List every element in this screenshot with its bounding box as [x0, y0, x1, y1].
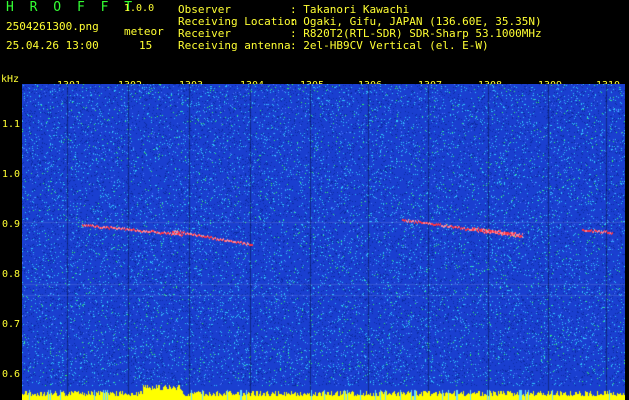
- spectrogram-area: [0, 76, 629, 400]
- spectrogram-canvas: [22, 84, 625, 400]
- meteor-label: meteor: [124, 25, 164, 38]
- date-time: 25.04.26 13:00: [6, 39, 99, 52]
- app-title: H R O F F T: [6, 0, 137, 15]
- antenna-label: Receiving antenna: [178, 39, 291, 52]
- header-panel: H R O F F T 1.0.0 2504261300.png meteor …: [0, 0, 629, 76]
- app-version: 1.0.0: [124, 3, 155, 14]
- file-name: 2504261300.png: [6, 20, 99, 33]
- meteor-count: 15: [139, 39, 153, 52]
- antenna-value: : 2el-HB9CV Vertical (el. E-W): [290, 39, 489, 52]
